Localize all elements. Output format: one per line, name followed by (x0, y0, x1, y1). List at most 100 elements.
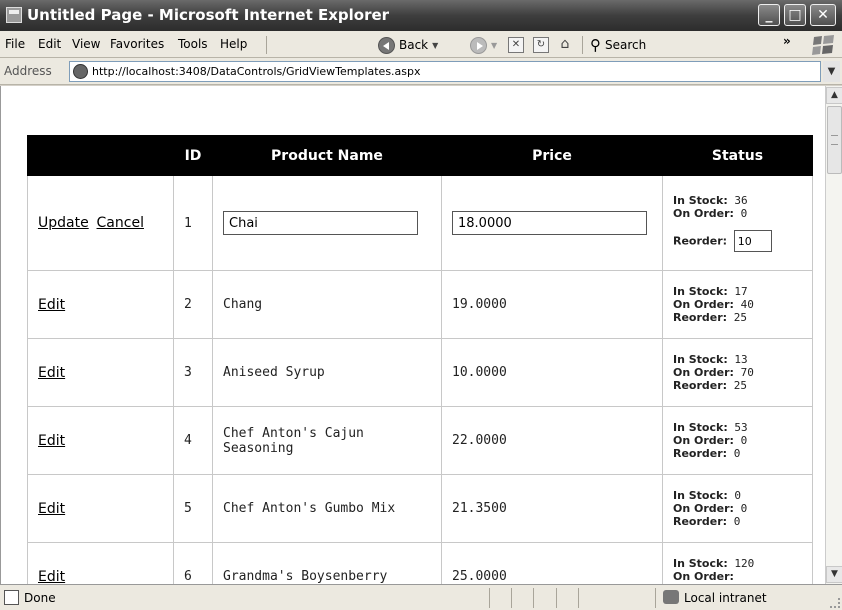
minimize-button[interactable]: _ (758, 4, 780, 26)
forward-arrow-icon (470, 36, 487, 54)
reorder-value: 0 (733, 447, 741, 460)
id-cell: 6 (173, 542, 213, 584)
in-stock-line: In Stock: 0 (673, 489, 802, 502)
menu-help[interactable]: Help (220, 37, 247, 51)
forward-button[interactable]: ▼ (470, 34, 497, 56)
status-cell: In Stock: 17 On Order: 40 Reorder: 25 (662, 270, 813, 339)
cancel-link[interactable]: Cancel (97, 215, 144, 231)
id-cell: 2 (173, 270, 213, 339)
status-text: Done (24, 591, 56, 605)
stop-button[interactable]: ✕ (508, 34, 524, 56)
table-row-edit: Update Cancel 1 In Stock: 36 On Order: 0… (27, 175, 813, 271)
command-cell: Update Cancel (27, 175, 174, 271)
forward-dropdown-icon[interactable]: ▼ (491, 41, 497, 50)
id-cell: 4 (173, 406, 213, 475)
in-stock-label: In Stock: (673, 285, 728, 298)
reorder-label: Reorder: (673, 379, 728, 392)
toolbar-separator-2 (582, 36, 583, 54)
resize-grip[interactable] (830, 598, 840, 608)
in-stock-line: In Stock: 120 (673, 557, 802, 570)
menu-view[interactable]: View (72, 37, 100, 51)
table-row: Edit 3 Aniseed Syrup 10.0000 In Stock: 1… (27, 338, 813, 407)
edit-link[interactable]: Edit (38, 297, 65, 313)
window-title: Untitled Page - Microsoft Internet Explo… (27, 6, 390, 24)
reorder-line: Reorder: 0 (673, 515, 802, 528)
header-command (27, 135, 174, 176)
name-cell (212, 175, 442, 271)
command-cell: Edit (27, 338, 174, 407)
back-label: Back (399, 38, 429, 52)
header-id: ID (173, 135, 213, 176)
home-button[interactable]: ⌂ (557, 34, 573, 56)
scroll-up-arrow-icon[interactable]: ▲ (826, 87, 842, 104)
on-order-line: On Order: 0 (673, 502, 802, 515)
in-stock-line: In Stock: 53 (673, 421, 802, 434)
command-cell: Edit (27, 406, 174, 475)
menu-tools[interactable]: Tools (178, 37, 208, 51)
price-input[interactable] (452, 211, 647, 235)
toolbar-separator (266, 36, 267, 54)
edit-link[interactable]: Edit (38, 501, 65, 517)
refresh-button[interactable]: ↻ (533, 34, 549, 56)
in-stock-value: 17 (734, 285, 748, 298)
vertical-scrollbar[interactable]: ▲ ▼ (825, 86, 842, 584)
status-panel (489, 588, 490, 608)
table-row: Edit 4 Chef Anton's Cajun Seasoning 22.0… (27, 406, 813, 475)
address-input[interactable]: http://localhost:3408/DataControls/GridV… (69, 61, 821, 82)
ie-page-icon (73, 64, 88, 79)
reorder-line: Reorder: 25 (673, 311, 802, 324)
status-bar: Done Local intranet (0, 584, 842, 610)
id-cell: 3 (173, 338, 213, 407)
on-order-value: 70 (740, 366, 754, 379)
edit-link[interactable]: Edit (38, 569, 65, 585)
on-order-line: On Order: 0 (673, 434, 802, 447)
page-content: ID Product Name Price Status Update Canc… (0, 86, 825, 584)
command-cell: Edit (27, 270, 174, 339)
on-order-value: 0 (740, 502, 748, 515)
page-done-icon (4, 590, 19, 605)
search-button[interactable]: ⚲ Search (590, 34, 646, 56)
edit-link[interactable]: Edit (38, 433, 65, 449)
status-panel (578, 588, 579, 608)
close-button[interactable]: ✕ (810, 4, 836, 26)
back-button[interactable]: Back ▼ (378, 34, 438, 56)
menu-edit[interactable]: Edit (38, 37, 61, 51)
in-stock-value: 36 (734, 194, 748, 207)
edit-link[interactable]: Edit (38, 365, 65, 381)
command-cell: Edit (27, 542, 174, 585)
scroll-down-arrow-icon[interactable]: ▼ (826, 566, 842, 583)
reorder-input[interactable] (733, 230, 772, 252)
address-dropdown-icon[interactable]: ▼ (823, 61, 840, 82)
back-dropdown-icon[interactable]: ▼ (432, 41, 438, 50)
scroll-thumb[interactable] (827, 106, 842, 174)
reorder-value: 25 (733, 311, 747, 324)
status-panel (511, 588, 512, 608)
reorder-value: 0 (733, 515, 741, 528)
on-order-label: On Order: (673, 298, 734, 311)
ie-page-icon (6, 7, 22, 23)
status-panel (533, 588, 534, 608)
in-stock-value: 53 (734, 421, 748, 434)
intranet-zone-icon (663, 590, 679, 604)
on-order-line: On Order: 0 (673, 207, 802, 220)
toolbar-more-chevron[interactable]: » (783, 34, 791, 48)
menu-file[interactable]: File (5, 37, 25, 51)
in-stock-label: In Stock: (673, 421, 728, 434)
menu-favorites[interactable]: Favorites (110, 37, 164, 51)
product-name-input[interactable] (223, 211, 418, 235)
in-stock-label: In Stock: (673, 194, 728, 207)
on-order-line: On Order: (673, 570, 802, 583)
maximize-button[interactable]: □ (784, 4, 806, 26)
menu-bar: File Edit View Favorites Tools Help Back… (0, 31, 842, 58)
status-cell: In Stock: 36 On Order: 0 Reorder: (662, 175, 813, 271)
command-cell: Edit (27, 474, 174, 543)
on-order-label: On Order: (673, 366, 734, 379)
title-bar: Untitled Page - Microsoft Internet Explo… (0, 0, 842, 31)
reorder-label: Reorder: (673, 311, 728, 324)
reorder-line: Reorder: (673, 230, 802, 252)
on-order-line: On Order: 70 (673, 366, 802, 379)
update-link[interactable]: Update (38, 215, 89, 231)
price-cell: 25.0000 (441, 542, 663, 584)
id-cell: 1 (173, 175, 213, 271)
in-stock-label: In Stock: (673, 557, 728, 570)
